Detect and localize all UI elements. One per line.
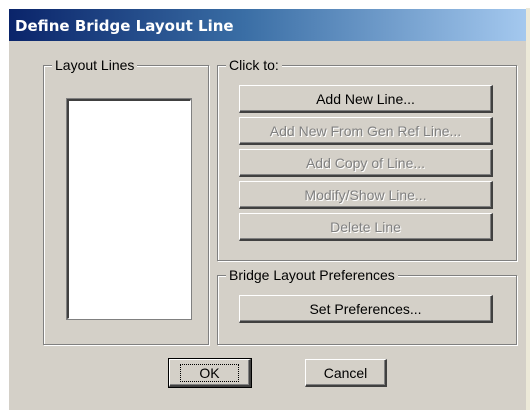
add-copy-of-line-button[interactable]: Add Copy of Line... bbox=[239, 149, 493, 177]
background-edge bbox=[526, 8, 530, 410]
window-title: Define Bridge Layout Line bbox=[15, 17, 234, 35]
add-new-line-button[interactable]: Add New Line... bbox=[239, 85, 493, 113]
click-to-label: Click to: bbox=[226, 56, 282, 74]
define-bridge-layout-line-dialog: Define Bridge Layout Line Layout Lines C… bbox=[8, 8, 530, 410]
layout-lines-label: Layout Lines bbox=[52, 56, 138, 74]
cancel-button[interactable]: Cancel bbox=[305, 359, 387, 387]
modify-show-line-button[interactable]: Modify/Show Line... bbox=[239, 181, 493, 209]
set-preferences-button[interactable]: Set Preferences... bbox=[239, 295, 493, 323]
add-new-from-gen-ref-line-button[interactable]: Add New From Gen Ref Line... bbox=[239, 117, 493, 145]
ok-button-label: OK bbox=[180, 363, 239, 382]
layout-lines-listbox[interactable] bbox=[66, 98, 192, 320]
title-bar[interactable]: Define Bridge Layout Line bbox=[9, 9, 530, 41]
ok-button[interactable]: OK bbox=[168, 358, 252, 388]
delete-line-button[interactable]: Delete Line bbox=[239, 213, 493, 241]
bridge-layout-preferences-label: Bridge Layout Preferences bbox=[226, 266, 398, 284]
